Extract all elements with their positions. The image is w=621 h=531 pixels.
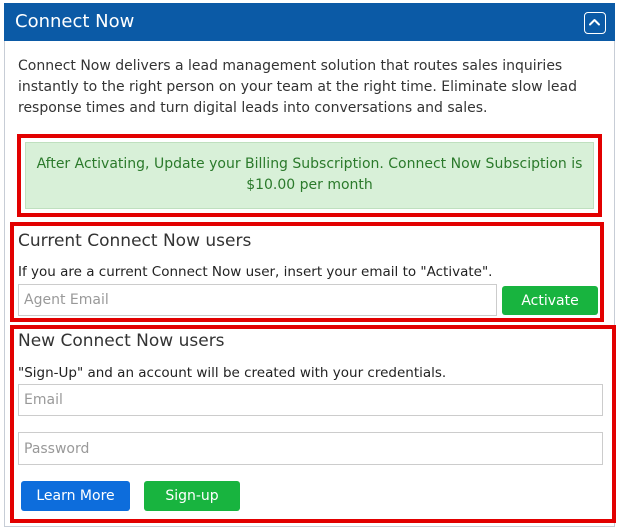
activate-button[interactable]: Activate (502, 286, 598, 315)
panel-title: Connect Now (15, 11, 135, 32)
panel-description: Connect Now delivers a lead management s… (18, 58, 578, 116)
collapse-button[interactable] (584, 12, 606, 34)
panel-header: Connect Now (4, 3, 615, 41)
signup-button[interactable]: Sign-up (144, 481, 240, 511)
password-input[interactable] (18, 432, 603, 465)
new-users-heading: New Connect Now users (18, 331, 225, 351)
agent-email-input[interactable] (18, 284, 497, 316)
billing-notice: After Activating, Update your Billing Su… (25, 142, 594, 209)
new-users-instructions: "Sign-Up" and an account will be created… (18, 365, 447, 381)
learn-more-button[interactable]: Learn More (21, 481, 130, 511)
current-users-instructions: If you are a current Connect Now user, i… (18, 264, 493, 280)
chevron-up-icon (589, 19, 600, 26)
email-input[interactable] (18, 384, 603, 416)
current-users-heading: Current Connect Now users (18, 231, 252, 251)
